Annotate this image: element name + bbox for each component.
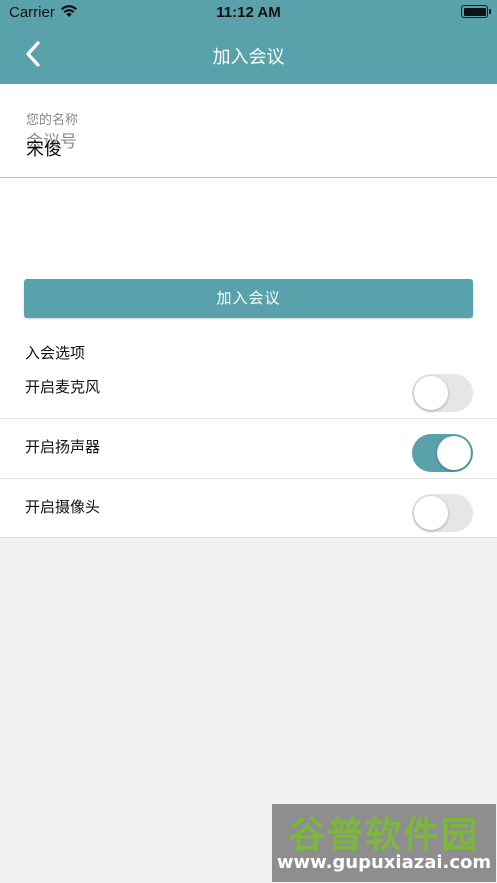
toggle-knob [414, 376, 448, 410]
option-label-speaker: 开启扬声器 [25, 438, 101, 456]
toggle-knob [437, 436, 471, 470]
page-title: 加入会议 [212, 47, 285, 68]
watermark-url: www.gupuxiazai.com [276, 852, 492, 873]
option-label-microphone: 开启麦克风 [25, 378, 101, 396]
name-field [0, 178, 497, 255]
nav-header: Carrier 11:12 AM 加入会议 [0, 0, 497, 84]
name-label: 您的名称 [26, 113, 79, 128]
watermark: 谷普软件园 www.gupuxiazai.com [272, 804, 496, 882]
clock: 11:12 AM [216, 4, 281, 21]
meeting-id-input[interactable] [26, 128, 466, 156]
watermark-brand: 谷普软件园 [288, 815, 479, 856]
camera-toggle[interactable] [412, 494, 473, 532]
status-bar: Carrier 11:12 AM [0, 0, 497, 26]
divider [0, 418, 497, 419]
microphone-toggle[interactable] [412, 374, 473, 412]
toggle-knob [414, 496, 448, 530]
options-title: 入会选项 [25, 344, 86, 362]
speaker-toggle[interactable] [412, 434, 473, 472]
meeting-id-field [0, 84, 497, 178]
battery-icon [461, 5, 491, 18]
divider [0, 478, 497, 479]
name-input[interactable]: 宋俊 [26, 135, 62, 161]
join-meeting-button[interactable]: 加入会议 [24, 279, 473, 318]
option-label-camera: 开启摄像头 [25, 498, 101, 516]
